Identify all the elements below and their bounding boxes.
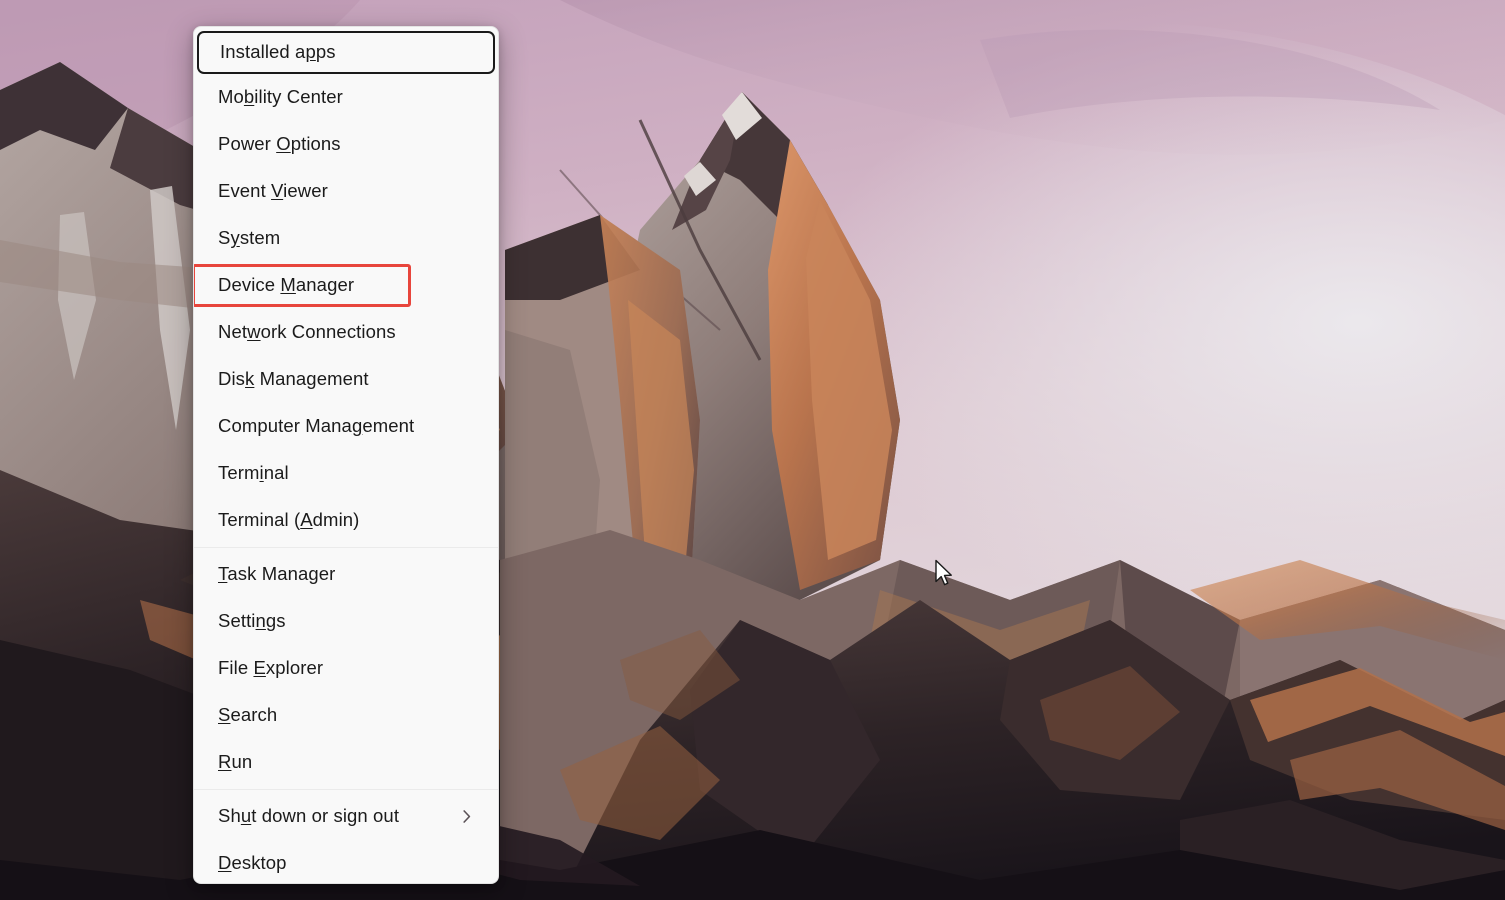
menu-item-desktop[interactable]: Desktop [194,840,498,883]
menu-item-terminal[interactable]: Terminal [194,450,498,497]
menu-item-label: Run [218,751,253,773]
menu-item-label: Network Connections [218,321,396,343]
desktop-screen: Installed apps Mobility Center Power Optio… [0,0,1505,900]
menu-section: Task Manager Settings File Explorer Search R… [194,551,498,786]
menu-item-label: Power Options [218,133,341,155]
menu-item-network-connections[interactable]: Network Connections [194,309,498,356]
menu-item-device-manager[interactable]: Device Manager [194,262,498,309]
menu-item-label: Terminal [218,462,289,484]
menu-item-computer-management[interactable]: Computer Management [194,403,498,450]
menu-separator [194,547,498,548]
menu-item-label: File Explorer [218,657,324,679]
menu-item-label: Task Manager [218,563,336,585]
menu-item-task-manager[interactable]: Task Manager [194,551,498,598]
menu-section: Shut down or sign out Desktop [194,793,498,883]
menu-item-disk-management[interactable]: Disk Management [194,356,498,403]
menu-item-power-options[interactable]: Power Options [194,121,498,168]
menu-item-label: Disk Management [218,368,369,390]
menu-separator [194,789,498,790]
menu-item-label: System [218,227,281,249]
menu-section: Installed apps Mobility Center Power Optio… [194,31,498,544]
menu-item-installed-apps[interactable]: Installed apps [197,31,495,74]
menu-item-label: Computer Management [218,415,415,437]
chevron-right-icon [462,809,472,825]
win-x-quick-link-menu[interactable]: Installed apps Mobility Center Power Optio… [193,26,499,884]
menu-item-event-viewer[interactable]: Event Viewer [194,168,498,215]
menu-item-label: Search [218,704,278,726]
menu-item-label: Desktop [218,852,287,874]
menu-item-file-explorer[interactable]: File Explorer [194,645,498,692]
menu-item-shut-down-or-sign-out[interactable]: Shut down or sign out [194,793,498,840]
menu-item-mobility-center[interactable]: Mobility Center [194,74,498,121]
menu-item-search[interactable]: Search [194,692,498,739]
menu-item-label: Settings [218,610,286,632]
menu-item-label: Installed apps [220,41,336,63]
menu-item-label: Mobility Center [218,86,343,108]
menu-item-settings[interactable]: Settings [194,598,498,645]
menu-item-label: Terminal (Admin) [218,509,360,531]
menu-item-label: Device Manager [218,274,355,296]
menu-item-terminal-admin[interactable]: Terminal (Admin) [194,497,498,544]
menu-item-label: Event Viewer [218,180,328,202]
menu-item-label: Shut down or sign out [218,805,400,827]
menu-item-system[interactable]: System [194,215,498,262]
menu-item-run[interactable]: Run [194,739,498,786]
